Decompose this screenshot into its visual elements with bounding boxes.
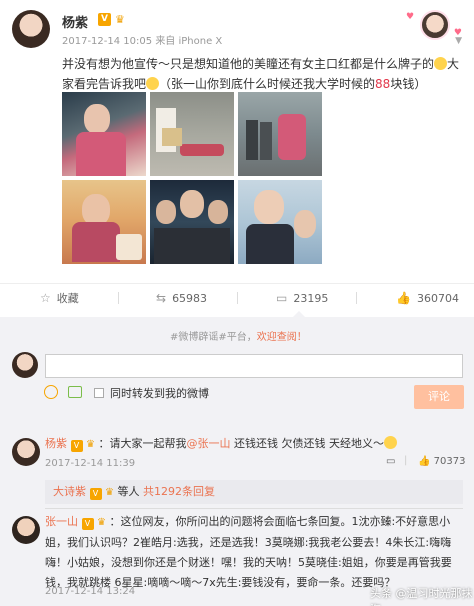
divider [237,292,238,304]
post-photo[interactable] [62,92,146,176]
post-text: （张一山你到底什么时候还我大学时候的 [159,77,376,91]
crown-icon: ♛ [115,13,125,26]
author-name[interactable]: 杨紫 [62,12,88,31]
comment-icon: ▭ [276,291,288,305]
repost-icon: ⇆ [156,291,167,305]
post-text: 块钱） [390,77,427,91]
post-photo[interactable] [62,180,146,264]
sub-reply-text: 等人 [117,485,140,498]
comment-body: 还钱还钱 欠债还钱 天经地义～ [230,437,384,450]
divider [45,508,463,509]
commenter-avatar[interactable] [12,516,40,544]
like-count: 360704 [416,292,459,305]
post-content: 并没有想为他宣传～只是想知道他的美瞳还有女主口红都是什么牌子的 大家看完告诉我吧（… [62,54,462,94]
post-actions-bar: ☆ 收藏 ⇆ 65983 ▭ 23195 👍 360704 [0,283,474,311]
collect-button[interactable]: ☆ 收藏 [40,284,79,312]
repost-checkbox[interactable] [94,388,104,398]
thumbs-up-icon: 👍 [396,291,411,305]
post-meta: 2017-12-14 10:05 来自 iPhone X [62,32,222,47]
collect-label: 收藏 [56,292,79,305]
rumor-notice: #微博辟谣#平台，欢迎查阅！ [170,328,307,343]
comment-text: 张一山 V ♛ ：这位网友，你所问出的问题将会面临七条回复。1沈亦臻:不好意思小… [45,512,463,593]
vip-badge-icon: V [89,488,102,500]
post-source: 来自 iPhone X [155,36,223,47]
like-button[interactable]: 👍 360704 [396,284,459,312]
post-photo[interactable] [238,92,322,176]
notice-link[interactable]: 欢迎查阅！ [257,332,307,343]
thumbs-up-icon: 👍 [418,456,431,467]
submit-comment-button[interactable]: 评论 [414,385,464,409]
comment-body: ：请大家一起帮我 [98,437,187,450]
crown-icon: ♛ [105,487,114,498]
comment-like-count: 70373 [433,456,466,467]
author-avatar[interactable] [12,10,50,48]
comment-count: 23195 [293,292,329,305]
vip-badge-icon: V [98,13,111,26]
repost-count: 65983 [172,292,208,305]
commenter-name[interactable]: 张一山 [45,515,78,528]
emoji-icon [383,436,397,449]
crown-icon: ♛ [86,439,95,450]
vip-badge-icon: V [70,440,83,452]
post-text: 并没有想为他宣传～只是想知道他的美瞳还有女主口红都是什么牌子的 [62,57,435,71]
post-timestamp[interactable]: 2017-12-14 10:05 [62,36,152,47]
commenter-avatar[interactable] [12,438,40,466]
crown-icon: ♛ [97,517,106,528]
emoji-icon[interactable] [44,385,58,399]
comment-time: 2017-12-14 13:24 [45,586,136,597]
comment-input[interactable] [45,354,463,378]
repost-button[interactable]: ⇆ 65983 [156,284,207,312]
sub-reply-name[interactable]: 大诗紫 [53,485,86,498]
sub-reply-summary[interactable]: 大诗紫 V ♛ 等人 共1292条回复 [45,480,463,504]
repost-checkbox-label: 同时转发到我的微博 [110,387,209,400]
divider [356,292,357,304]
divider [118,292,119,304]
vip-badge-icon: V [81,518,94,530]
comment-body: ：这位网友，你所问出的问题将会面临七条回复。1沈亦臻:不好意思小姐，我们认识吗？… [45,515,452,589]
post-photo[interactable] [150,92,234,176]
star-icon: ☆ [40,291,51,305]
sticker-face [420,10,450,40]
commenter-name[interactable]: 杨紫 [45,437,67,450]
divider: | [404,455,408,466]
comment-button[interactable]: ▭ 23195 [276,284,328,312]
post-amount: 88 [375,77,391,91]
notice-text: #微博辟谣#平台， [170,332,257,343]
mention-link[interactable]: @张一山 [186,437,230,450]
reply-icon[interactable]: ▭ [386,456,395,467]
heart-icon: ♥ [406,12,415,22]
comment-text: 杨紫 V ♛ ：请大家一起帮我@张一山 还钱还钱 欠债还钱 天经地义～ [45,434,463,455]
sub-reply-more-link[interactable]: 共1292条回复 [143,485,215,498]
post-photo[interactable] [150,180,234,264]
emoji-icon [434,57,448,70]
current-user-avatar [12,352,38,378]
comment-like-button[interactable]: 👍 70373 [418,456,465,467]
emoji-icon [146,77,160,90]
chevron-down-icon[interactable]: ▼ [455,36,462,46]
watermark: 头条 @温习时光那抹海 [370,587,473,606]
image-icon[interactable] [68,386,82,398]
comment-time: 2017-12-14 11:39 [45,458,136,469]
post-photo[interactable] [238,180,322,264]
